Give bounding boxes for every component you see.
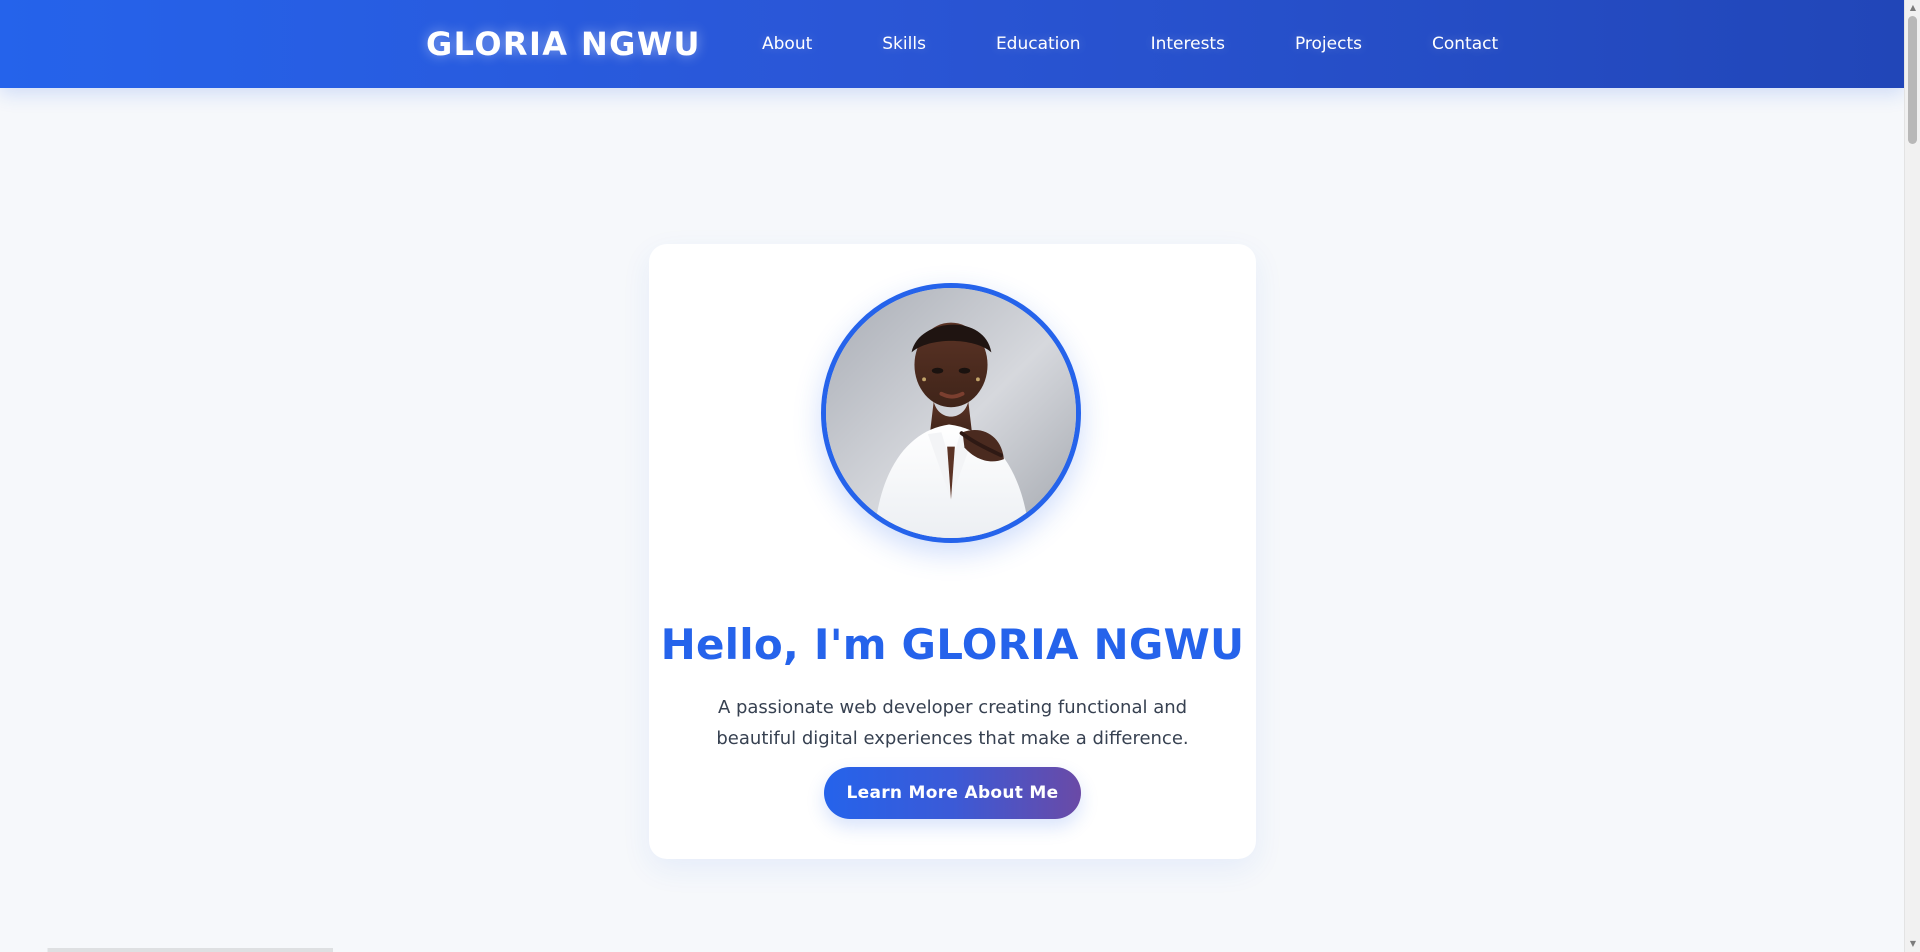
hero-subtitle: A passionate web developer creating func… bbox=[716, 697, 1189, 749]
nav-links: About Skills Education Interests Project… bbox=[762, 28, 1498, 60]
learn-more-button[interactable]: Learn More About Me bbox=[824, 767, 1081, 819]
site-brand[interactable]: GLORIA NGWU bbox=[426, 24, 701, 64]
top-navigation: GLORIA NGWU About Skills Education Inter… bbox=[0, 0, 1904, 88]
nav-link-contact[interactable]: Contact bbox=[1432, 28, 1498, 60]
scroll-down-icon[interactable]: ▼ bbox=[1905, 936, 1920, 952]
profile-photo bbox=[821, 283, 1081, 543]
portrait-photo-icon bbox=[826, 288, 1076, 538]
nav-link-skills[interactable]: Skills bbox=[882, 28, 926, 60]
nav-link-education[interactable]: Education bbox=[996, 28, 1081, 60]
bottom-edge-strip bbox=[0, 948, 1904, 952]
hero-card: Hello, I'm GLORIA NGWU A passionate web … bbox=[649, 244, 1256, 859]
scroll-thumb[interactable] bbox=[1908, 16, 1917, 144]
nav-link-interests[interactable]: Interests bbox=[1151, 28, 1225, 60]
scroll-up-icon[interactable]: ▲ bbox=[1905, 0, 1920, 16]
nav-link-projects[interactable]: Projects bbox=[1295, 28, 1362, 60]
hero-title: Hello, I'm GLORIA NGWU bbox=[660, 620, 1245, 670]
nav-link-about[interactable]: About bbox=[762, 28, 812, 60]
vertical-scrollbar[interactable]: ▲ ▼ bbox=[1904, 0, 1920, 952]
